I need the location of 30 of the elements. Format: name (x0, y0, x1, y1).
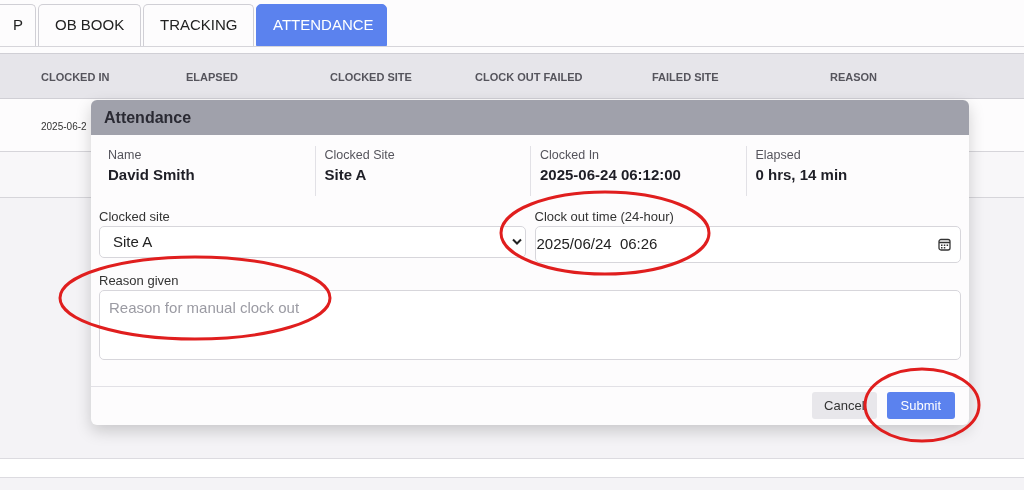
tab[interactable]: P (0, 4, 36, 46)
column-header: FAILED SITE (652, 70, 719, 85)
info-label: Clocked In (540, 147, 600, 164)
info-label: Clocked Site (324, 147, 395, 164)
field-label: Clock out time (24-hour) (534, 208, 675, 225)
field-label: Reason given (99, 272, 180, 289)
reason-textarea[interactable]: Reason for manual clock out (99, 290, 961, 360)
column-header: CLOCK OUT FAILED (475, 70, 583, 85)
tab[interactable]: OB BOOK (38, 4, 141, 46)
info-value: Site A (324, 165, 367, 185)
info-value: 0 hrs, 14 min (755, 165, 848, 185)
cancel-button[interactable]: Cancel (812, 392, 877, 419)
column-header: CLOCKED IN (41, 70, 110, 85)
info-label: Elapsed (755, 147, 801, 164)
tab[interactable]: ATTENDANCE (256, 4, 387, 46)
tab[interactable]: TRACKING (143, 4, 254, 46)
time-input[interactable]: 2025/06/24 06:26 (534, 226, 961, 263)
table-cell-text: 2025-06-2 (41, 120, 87, 134)
info-value: 2025-06-24 06:12:00 (540, 165, 681, 185)
calendar-icon[interactable] (938, 238, 951, 251)
site-select[interactable]: Site A (99, 226, 526, 258)
info-label: Name (108, 147, 142, 164)
submit-button[interactable]: Submit (886, 392, 955, 419)
column-header: CLOCKED SITE (330, 70, 412, 85)
chevron-down-icon (510, 238, 523, 246)
column-header: ELAPSED (186, 70, 238, 85)
column-header: REASON (830, 70, 878, 85)
info-value: David Smith (108, 165, 195, 185)
dialog-title: Attendance (104, 107, 192, 128)
field-label: Clocked site (99, 208, 171, 225)
